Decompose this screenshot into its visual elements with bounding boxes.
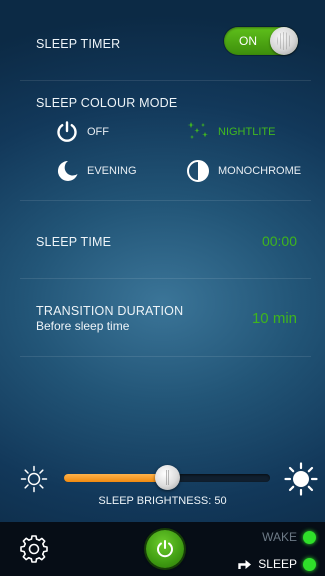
moon-icon [57, 160, 78, 181]
bottom-bar: WAKE SLEEP [0, 522, 325, 576]
transition-duration-label: TRANSITION DURATION [36, 304, 184, 318]
wake-indicator-led [303, 530, 316, 544]
mode-option-label: EVENING [87, 165, 137, 177]
sleep-label: SLEEP [258, 557, 297, 571]
brightness-slider-thumb[interactable] [154, 465, 180, 490]
sun-outline-icon [20, 465, 48, 493]
mode-option-evening[interactable]: EVENING [55, 159, 137, 183]
sleep-time-value[interactable]: 00:00 [262, 233, 297, 249]
sleep-timer-label: SLEEP TIMER [36, 37, 121, 51]
wake-status: WAKE [262, 530, 316, 544]
toggle-state-label: ON [239, 34, 257, 48]
transition-duration-value[interactable]: 10 min [252, 310, 297, 327]
brightness-slider[interactable] [64, 465, 270, 490]
sleep-status: SLEEP [238, 557, 316, 571]
brightness-slider-fill [64, 474, 167, 482]
stars-icon [187, 122, 209, 139]
settings-screen: SLEEP TIMER ON SLEEP COLOUR MODE OFF NIG… [0, 0, 325, 522]
power-icon [157, 540, 173, 558]
mode-option-label: MONOCHROME [218, 165, 302, 177]
sleep-indicator-led [303, 557, 316, 571]
arrow-turn-icon [238, 560, 252, 569]
toggle-knob[interactable] [270, 27, 298, 55]
sleep-colour-mode-label: SLEEP COLOUR MODE [36, 96, 178, 110]
mode-option-label: OFF [87, 126, 109, 138]
wake-label: WAKE [262, 530, 297, 544]
mode-option-label: NIGHTLITE [218, 126, 276, 138]
divider [20, 200, 311, 201]
power-icon [57, 121, 77, 142]
divider [20, 356, 311, 357]
mode-option-off[interactable]: OFF [55, 120, 109, 144]
sleep-brightness-caption: SLEEP BRIGHTNESS: 50 [98, 495, 227, 507]
sleep-timer-toggle[interactable]: ON [224, 27, 298, 55]
divider [20, 80, 311, 81]
transition-duration-sublabel: Before sleep time [36, 319, 130, 333]
mode-option-monochrome[interactable]: MONOCHROME [186, 159, 301, 183]
gear-icon[interactable] [19, 534, 49, 564]
divider [20, 278, 311, 279]
power-button[interactable] [146, 530, 184, 568]
sun-filled-icon [284, 462, 318, 496]
mode-option-nightlite[interactable]: NIGHTLITE [186, 120, 275, 144]
contrast-icon [187, 160, 209, 182]
sleep-time-label: SLEEP TIME [36, 235, 112, 249]
